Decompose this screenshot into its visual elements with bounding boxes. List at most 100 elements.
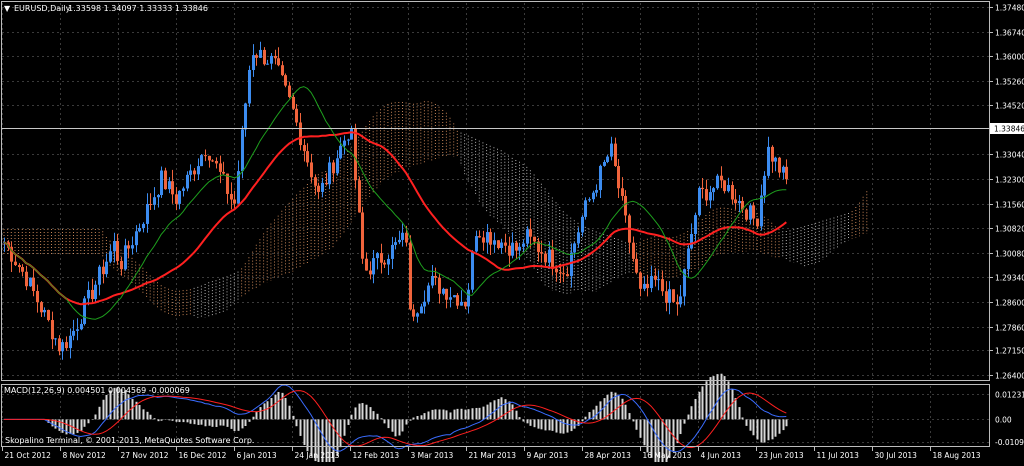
- candle-body: [548, 249, 551, 263]
- candle-body: [749, 205, 752, 220]
- candle-body: [639, 272, 642, 289]
- macd-y-tick-label: 0.00: [995, 416, 1012, 425]
- chart-canvas[interactable]: ▼ EURUSD,Daily 1.33598 1.34097 1.33333 1…: [0, 0, 1024, 466]
- candle-body: [701, 187, 704, 190]
- candle-body: [153, 197, 156, 205]
- x-tick-label: 9 Apr 2013: [527, 451, 569, 460]
- candle-body: [387, 258, 390, 265]
- candle-body: [40, 302, 43, 313]
- candle-body: [347, 139, 350, 141]
- candle-body: [657, 279, 660, 281]
- candle-body: [365, 258, 368, 271]
- candle-body: [116, 241, 119, 261]
- y-tick-label: 1.34520: [995, 102, 1024, 111]
- candle-body: [230, 193, 233, 200]
- candle-body: [610, 143, 613, 157]
- candle-body: [380, 253, 383, 263]
- candle-body: [113, 241, 116, 252]
- y-tick-label: 1.32300: [995, 176, 1024, 185]
- candle-body: [102, 266, 105, 275]
- macd-label: MACD(12,26,9) 0.004501 0.004569 -0.00006…: [4, 386, 190, 395]
- candle-body: [409, 242, 412, 310]
- x-tick-label: 6 Jan 2013: [237, 451, 277, 460]
- candle-body: [621, 188, 624, 196]
- candle-body: [592, 192, 595, 200]
- x-tick-label: 23 Jun 2013: [759, 451, 804, 460]
- candle-body: [497, 240, 500, 249]
- candle-body: [109, 251, 112, 262]
- candle-body: [745, 209, 748, 220]
- candle-body: [186, 174, 189, 189]
- candle-body: [431, 275, 434, 286]
- y-tick-label: 1.36740: [995, 29, 1024, 38]
- candle-body: [423, 301, 426, 307]
- candle-body: [734, 199, 737, 204]
- candle-body: [328, 162, 331, 185]
- candle-body: [135, 231, 138, 246]
- candle-body: [175, 194, 178, 204]
- chart-ohlc-label: 1.33598 1.34097 1.33333 1.33846: [68, 4, 208, 13]
- candle-body: [146, 203, 149, 224]
- candle-body: [248, 69, 251, 104]
- candle-body: [98, 266, 101, 285]
- y-tick-label: 1.35260: [995, 78, 1024, 87]
- candle-body: [559, 272, 562, 274]
- chart-window[interactable]: ▼ EURUSD,Daily 1.33598 1.34097 1.33333 1…: [0, 0, 1024, 466]
- candle-body: [354, 128, 357, 181]
- candle-body: [197, 166, 200, 175]
- candle-body: [475, 236, 478, 252]
- candle-body: [233, 199, 236, 204]
- candle-body: [471, 251, 474, 290]
- candle-body: [361, 212, 364, 259]
- candle-body: [570, 252, 573, 277]
- x-tick-label: 16 Dec 2012: [179, 451, 227, 460]
- candle-body: [241, 129, 244, 172]
- candle-body: [581, 216, 584, 233]
- candle-body: [445, 288, 448, 300]
- candle-body: [661, 279, 664, 292]
- candle-body: [332, 162, 335, 174]
- candle-body: [584, 200, 587, 217]
- candle-body: [617, 166, 620, 189]
- candle-body: [358, 180, 361, 213]
- candle-body: [299, 122, 302, 146]
- candle-body: [515, 242, 518, 251]
- candle-body: [47, 309, 50, 321]
- candle-body: [438, 277, 441, 294]
- candle-body: [29, 277, 32, 287]
- x-tick-label: 27 Nov 2012: [121, 451, 169, 460]
- candle-body: [434, 275, 437, 278]
- candle-body: [142, 223, 145, 229]
- candle-body: [215, 160, 218, 164]
- candle-body: [420, 306, 423, 314]
- candle-body: [716, 175, 719, 189]
- candle-body: [785, 166, 788, 180]
- candle-body: [526, 229, 529, 244]
- y-tick-label: 1.31560: [995, 201, 1024, 210]
- candle-body: [317, 185, 320, 192]
- symbol-dropdown-icon[interactable]: ▼: [4, 4, 11, 13]
- candle-body: [709, 192, 712, 201]
- candle-body: [32, 277, 35, 292]
- candle-body: [774, 157, 777, 162]
- candle-body: [654, 275, 657, 280]
- x-tick-label: 30 Jul 2013: [875, 451, 918, 460]
- candle-body: [544, 253, 547, 263]
- candle-body: [782, 166, 785, 173]
- candle-body: [310, 162, 313, 178]
- candle-body: [14, 261, 17, 266]
- candle-body: [679, 296, 682, 305]
- candle-body: [94, 284, 97, 300]
- candle-body: [771, 146, 774, 162]
- candle-body: [705, 189, 708, 201]
- candle-body: [712, 188, 715, 193]
- candle-body: [124, 245, 127, 270]
- y-tick-label: 1.26400: [995, 372, 1024, 381]
- candle-body: [731, 185, 734, 200]
- candle-body: [416, 313, 419, 317]
- candle-body: [427, 285, 430, 302]
- x-tick-label: 12 Feb 2013: [353, 451, 400, 460]
- candle-body: [493, 240, 496, 245]
- candle-body: [405, 232, 408, 243]
- candle-body: [760, 195, 763, 227]
